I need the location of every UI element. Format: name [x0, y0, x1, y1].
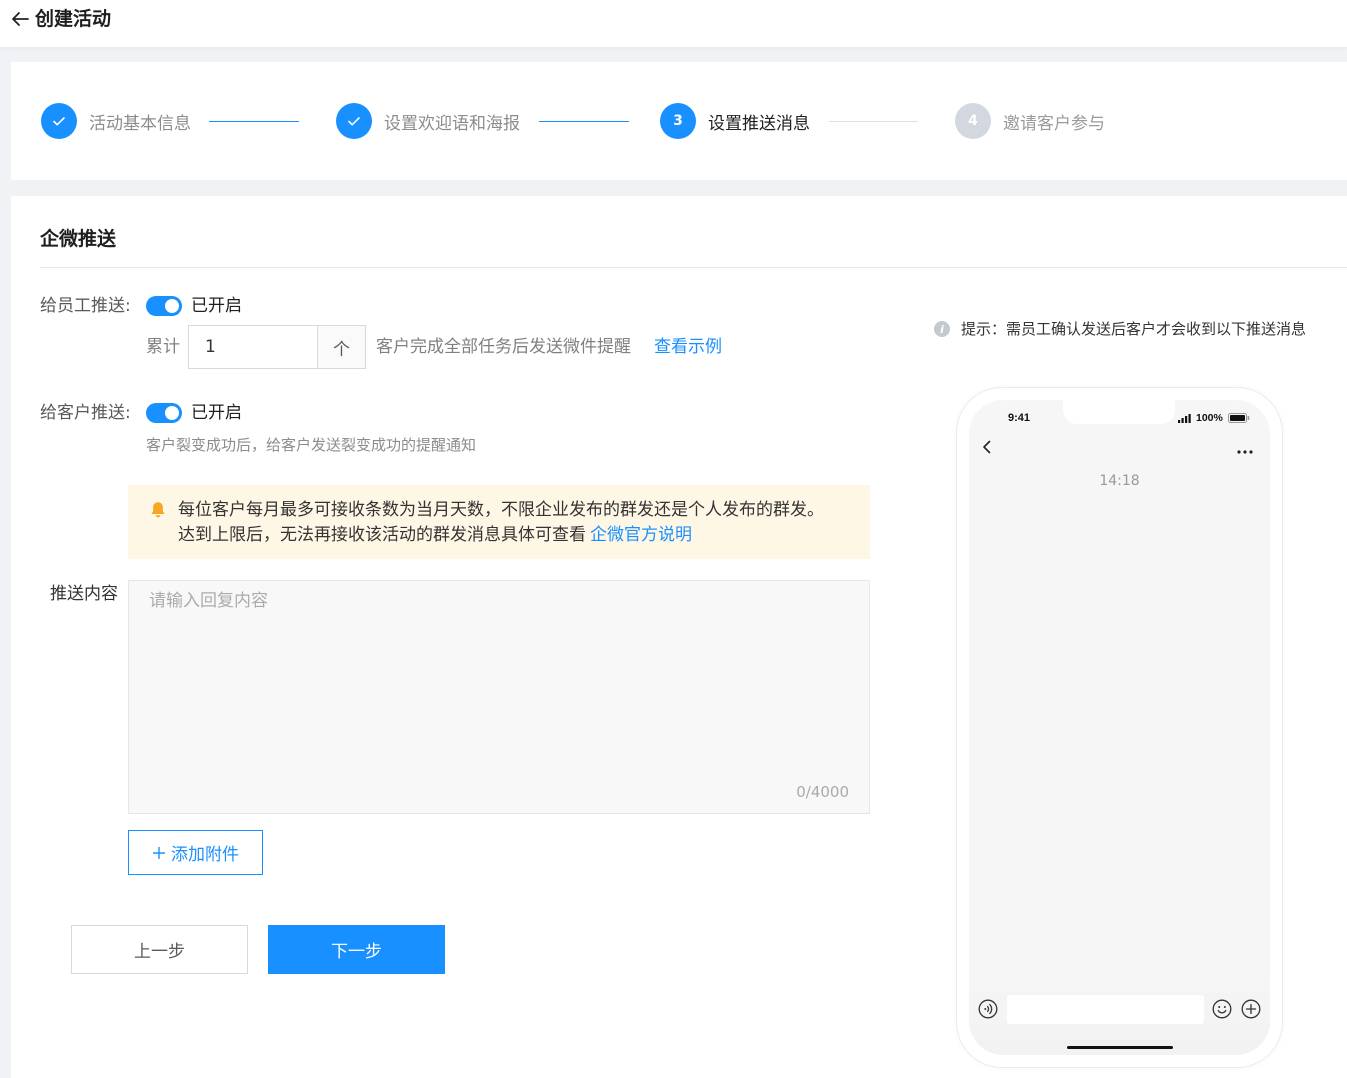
step-push-message: 3 设置推送消息 — [660, 103, 810, 139]
page-title: 创建活动 — [35, 8, 112, 30]
next-step-button[interactable]: 下一步 — [268, 925, 445, 974]
step-number: 4 — [968, 113, 978, 129]
toggle-knob — [165, 299, 179, 313]
arrow-left-icon[interactable] — [9, 8, 31, 30]
plus-icon — [152, 846, 166, 860]
plus-circle-icon[interactable] — [1241, 999, 1261, 1019]
home-indicator — [1067, 1046, 1173, 1049]
step-connector — [829, 121, 918, 122]
char-counter: 0/4000 — [796, 783, 849, 801]
step-number: 3 — [673, 113, 683, 129]
toggle-knob — [165, 406, 179, 420]
battery-icon — [1227, 413, 1250, 423]
employee-push-description: 客户完成全部任务后发送微件提醒 — [376, 337, 631, 357]
step-circle — [336, 103, 372, 139]
step-circle — [41, 103, 77, 139]
voice-icon[interactable] — [978, 999, 998, 1019]
content-textarea[interactable] — [128, 580, 870, 814]
customer-push-label: 给客户推送: — [40, 403, 131, 423]
more-icon[interactable] — [1235, 442, 1255, 454]
phone-screen: 9:41 100% 14:18 — [969, 400, 1270, 1055]
customer-push-toggle[interactable] — [146, 403, 182, 423]
phone-preview: 9:41 100% 14:18 — [956, 387, 1283, 1068]
customer-push-description: 客户裂变成功后，给客户发送裂变成功的提醒通知 — [146, 436, 477, 454]
step-welcome-poster: 设置欢迎语和海报 — [336, 103, 520, 139]
view-example-link[interactable]: 查看示例 — [654, 335, 722, 359]
chevron-left-icon[interactable] — [979, 439, 995, 455]
cumulative-label: 累计 — [146, 337, 180, 357]
employee-push-status: 已开启 — [191, 296, 242, 316]
steps-card: 活动基本信息 设置欢迎语和海报 3 设置推送消息 4 邀请客户参与 — [11, 62, 1347, 180]
emoji-icon[interactable] — [1212, 999, 1232, 1019]
phone-notch — [1063, 400, 1175, 424]
prev-step-button[interactable]: 上一步 — [71, 925, 248, 974]
employee-push-label: 给员工推送: — [40, 296, 131, 316]
step-label: 活动基本信息 — [89, 113, 191, 134]
step-basic-info: 活动基本信息 — [41, 103, 191, 139]
step-invite-customers: 4 邀请客户参与 — [955, 103, 1105, 139]
official-docs-link[interactable]: 企微官方说明 — [590, 525, 692, 545]
step-label: 设置推送消息 — [708, 113, 810, 134]
phone-status-right: 100% — [1178, 411, 1250, 425]
step-connector — [209, 121, 299, 122]
bell-icon — [150, 501, 166, 519]
back-button[interactable]: 创建活动 — [9, 6, 111, 32]
step-label: 设置欢迎语和海报 — [384, 113, 520, 134]
check-icon — [53, 117, 65, 126]
step-circle: 3 — [660, 103, 696, 139]
add-attachment-button[interactable]: 添加附件 — [128, 830, 263, 875]
info-icon: i — [934, 321, 950, 337]
count-unit: 个 — [318, 325, 366, 369]
preview-tip: 提示：需员工确认发送后客户才会收到以下推送消息 — [961, 320, 1307, 338]
notice-banner: 每位客户每月最多可接收条数为当月天数，不限企业发布的群发还是个人发布的群发。 达… — [128, 485, 870, 559]
top-header: 创建活动 — [0, 0, 1347, 47]
phone-status-time: 9:41 — [1007, 412, 1031, 424]
battery-percentage: 100% — [1196, 412, 1223, 424]
chat-timestamp: 14:18 — [1099, 473, 1140, 489]
count-input[interactable] — [188, 325, 318, 369]
section-divider — [40, 267, 1347, 268]
step-connector — [539, 121, 629, 122]
phone-message-input[interactable] — [1007, 995, 1204, 1024]
count-input-group: 个 — [188, 325, 366, 369]
content-label: 推送内容 — [50, 584, 118, 604]
signal-icon — [1178, 413, 1191, 423]
main-card: 企微推送 给员工推送: 已开启 累计 个 客户完成全部任务后发送微件提醒 查看示… — [11, 196, 1347, 1078]
notice-line-2: 达到上限后，无法再接收该活动的群发消息具体可查看 企微官方说明 — [178, 523, 692, 547]
step-circle: 4 — [955, 103, 991, 139]
add-attachment-label: 添加附件 — [171, 845, 239, 865]
section-title: 企微推送 — [40, 228, 117, 250]
check-icon — [348, 117, 360, 126]
notice-text: 达到上限后，无法再接收该活动的群发消息具体可查看 — [178, 525, 586, 545]
customer-push-status: 已开启 — [191, 403, 242, 423]
step-label: 邀请客户参与 — [1003, 113, 1105, 134]
employee-push-toggle[interactable] — [146, 296, 182, 316]
notice-line-1: 每位客户每月最多可接收条数为当月天数，不限企业发布的群发还是个人发布的群发。 — [178, 500, 824, 520]
